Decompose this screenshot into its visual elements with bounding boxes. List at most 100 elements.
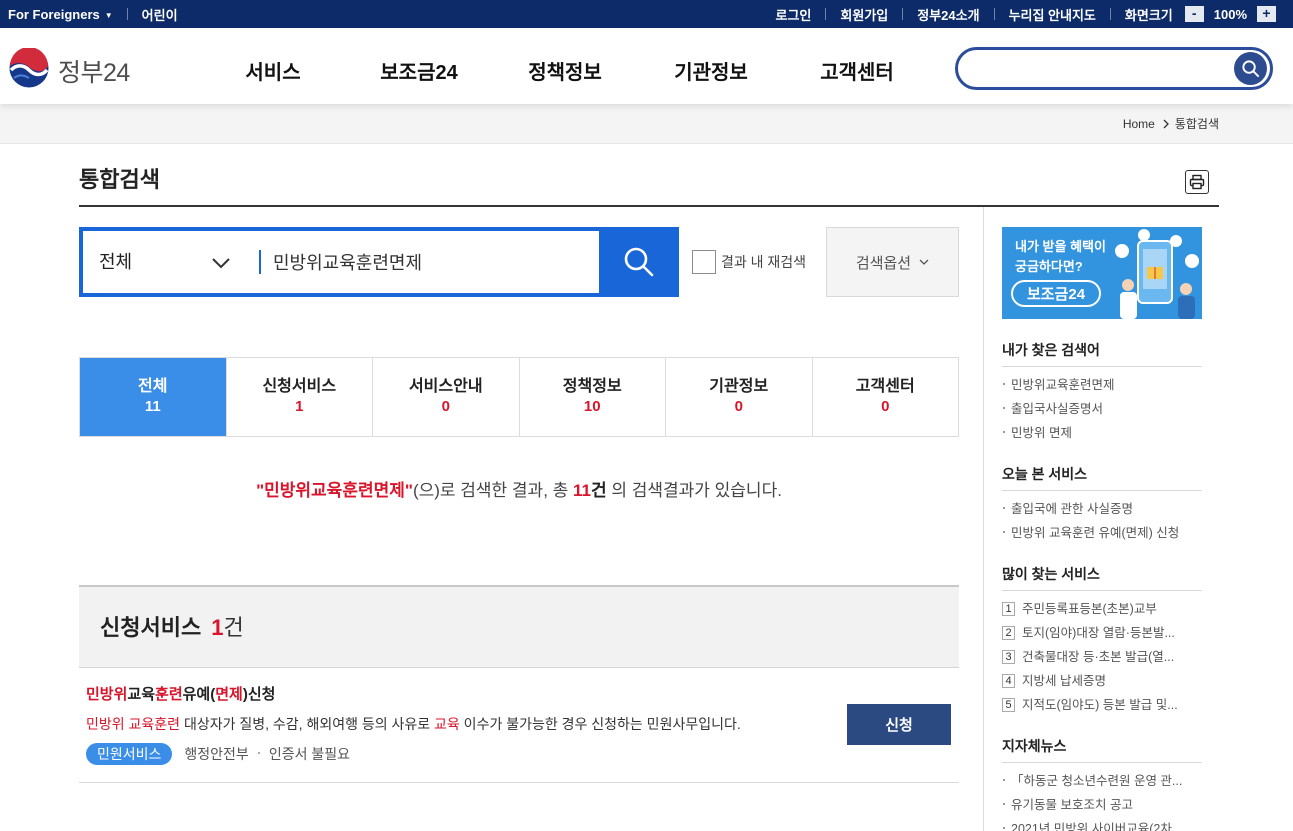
search-input[interactable]	[273, 248, 593, 276]
popular-service-item[interactable]: 4 지방세 납세증명	[1002, 669, 1202, 693]
subsidy24-banner[interactable]: 내가 받을 혜택이 궁금하다면? 보조금24	[1002, 227, 1202, 319]
for-foreigners-link[interactable]: For Foreigners ▼	[8, 7, 113, 22]
recent-search-item[interactable]: 민방위 면제	[1002, 421, 1202, 445]
caret-down-icon: ▼	[104, 10, 113, 20]
sitemap-link[interactable]: 누리집 안내지도	[1009, 5, 1096, 24]
result-title-part: 민방위	[86, 686, 128, 703]
apply-button[interactable]: 신청	[847, 704, 951, 745]
nav-item-customer-center[interactable]: 고객센터	[784, 28, 930, 104]
breadcrumb-home[interactable]: Home	[1123, 117, 1155, 131]
popular-services: 많이 찾는 서비스 1 주민등록표등본(초본)교부 2 토지(임야)대장 열람·등본…	[1002, 564, 1202, 717]
login-link[interactable]: 로그인	[776, 5, 812, 24]
viewed-today-title: 오늘 본 서비스	[1002, 464, 1202, 491]
result-description: 민방위 교육훈련 대상자가 질병, 수감, 해외여행 등의 사유로 교육 이수가…	[86, 714, 826, 734]
tab-agency-info[interactable]: 기관정보 0	[665, 358, 812, 436]
viewed-today-list: 출입국에 관한 사실증명 민방위 교육훈련 유예(면제) 신청	[1002, 491, 1202, 545]
tab-count: 0	[734, 398, 743, 415]
summary-text: (으)로 검색한 결과, 총	[412, 481, 574, 500]
site-logo[interactable]: 정부24	[9, 47, 130, 93]
search-options-button[interactable]: 검색옵션	[826, 227, 959, 297]
divider	[825, 8, 827, 20]
popular-service-label: 지방세 납세증명	[1022, 674, 1106, 688]
search-result-summary: "민방위교육훈련면제"(으)로 검색한 결과, 총 11건 의 검색결과가 있습…	[79, 478, 959, 504]
popular-service-item[interactable]: 3 건축물대장 등·초본 발급(열...	[1002, 645, 1202, 669]
banner-badge: 보조금24	[1011, 280, 1101, 307]
site-header: 정부24 서비스 보조금24 정책정보 기관정보 고객센터	[0, 28, 1293, 104]
tab-label: 전체	[138, 378, 168, 395]
header-search-input[interactable]	[974, 56, 1230, 81]
section-count: 1	[211, 615, 224, 640]
local-news-title: 지자체뉴스	[1002, 736, 1202, 763]
search-within-checkbox[interactable]	[692, 250, 716, 274]
recent-search-item[interactable]: 출입국사실증명서	[1002, 397, 1202, 421]
local-news-item[interactable]: 2021년 민방위 사이버교육(2차	[1002, 817, 1202, 831]
recent-search-item[interactable]: 민방위교육훈련면제	[1002, 373, 1202, 397]
result-title-part: 교육	[127, 686, 156, 703]
local-news-item[interactable]: 유기동물 보호조치 공고	[1002, 793, 1202, 817]
banner-line-1: 내가 받을 혜택이	[1015, 239, 1106, 254]
nav-item-policy-info[interactable]: 정책정보	[492, 28, 638, 104]
breadcrumb-current: 통합검색	[1174, 117, 1219, 131]
nav-item-agency-info[interactable]: 기관정보	[638, 28, 784, 104]
for-foreigners-label: For Foreigners	[8, 6, 100, 22]
zoom-level: 100%	[1213, 6, 1247, 22]
screen-size-label: 화면크기	[1124, 7, 1173, 23]
search-divider	[259, 250, 261, 274]
popular-services-title: 많이 찾는 서비스	[1002, 564, 1202, 591]
popular-service-label: 지적도(임야도) 등본 발급 및...	[1022, 698, 1178, 712]
popular-service-item[interactable]: 5 지적도(임야도) 등본 발급 및...	[1002, 693, 1202, 717]
main-navigation: 서비스 보조금24 정책정보 기관정보 고객센터	[200, 28, 930, 104]
header-search	[955, 47, 1273, 90]
chevron-down-icon	[211, 256, 231, 274]
search-options-label: 검색옵션	[855, 254, 912, 272]
print-button[interactable]	[1185, 170, 1209, 194]
header-search-button[interactable]	[1234, 52, 1267, 85]
tab-apply-services[interactable]: 신청서비스 1	[225, 358, 373, 436]
tab-count: 11	[144, 398, 161, 415]
signup-link[interactable]: 회원가입	[840, 5, 888, 24]
government-emblem-icon	[9, 47, 49, 93]
result-organization: 행정안전부	[184, 746, 249, 762]
result-title-part: 유예(	[182, 686, 216, 703]
nav-item-subsidy24[interactable]: 보조금24	[346, 28, 492, 104]
nav-item-services[interactable]: 서비스	[200, 28, 346, 104]
summary-total: 11	[573, 481, 591, 500]
popular-service-item[interactable]: 1 주민등록표등본(초본)교부	[1002, 597, 1202, 621]
summary-unit: 건	[591, 481, 607, 500]
sidebar-divider	[983, 207, 984, 831]
chevron-down-icon	[919, 259, 929, 265]
about-link[interactable]: 정부24소개	[917, 5, 979, 24]
integrated-search-box: 전체	[79, 227, 679, 297]
search-button[interactable]	[599, 227, 679, 297]
tab-count: 10	[583, 398, 601, 415]
viewed-today: 오늘 본 서비스 출입국에 관한 사실증명 민방위 교육훈련 유예(면제) 신청	[1002, 464, 1202, 545]
recent-searches-list: 민방위교육훈련면제 출입국사실증명서 민방위 면제	[1002, 367, 1202, 445]
zoom-out-button[interactable]: -	[1184, 6, 1204, 22]
chevron-right-icon	[1163, 119, 1169, 129]
popular-service-label: 건축물대장 등·초본 발급(열...	[1022, 650, 1175, 664]
tab-policy-info[interactable]: 정책정보 10	[518, 358, 666, 436]
page-title: 통합검색	[79, 167, 160, 192]
zoom-in-button[interactable]: +	[1257, 6, 1276, 22]
section-title-text: 신청서비스	[100, 615, 202, 640]
tab-customer-center[interactable]: 고객센터 0	[811, 358, 959, 436]
result-meta: 민원서비스 행정안전부 인증서 불필요	[86, 743, 350, 765]
result-certificate-note: 인증서 불필요	[249, 744, 350, 764]
result-title-link[interactable]: 민방위교육훈련유예(면제)신청	[86, 685, 275, 705]
tab-label: 고객센터	[855, 378, 915, 395]
search-within-results[interactable]: 결과 내 재검색	[692, 250, 806, 274]
viewed-service-item[interactable]: 민방위 교육훈련 유예(면제) 신청	[1002, 521, 1202, 545]
result-type-badge: 민원서비스	[86, 743, 173, 765]
local-news-item[interactable]: 「하동군 청소년수련원 운영 관...	[1002, 769, 1202, 793]
search-category-select[interactable]: 전체	[83, 231, 253, 293]
kids-link[interactable]: 어린이	[142, 5, 178, 24]
tab-label: 서비스안내	[408, 378, 483, 395]
tab-all[interactable]: 전체 11	[80, 358, 226, 436]
popular-service-item[interactable]: 2 토지(임야)대장 열람·등본발...	[1002, 621, 1202, 645]
recent-searches-title: 내가 찾은 검색어	[1002, 340, 1202, 367]
top-right-links: 로그인 회원가입 정부24소개 누리집 안내지도 화면크기 - 100% +	[776, 0, 1276, 28]
viewed-service-item[interactable]: 출입국에 관한 사실증명	[1002, 497, 1202, 521]
divider	[993, 8, 995, 20]
tab-service-guide[interactable]: 서비스안내 0	[372, 358, 519, 436]
section-title: 신청서비스 1건	[100, 614, 244, 642]
